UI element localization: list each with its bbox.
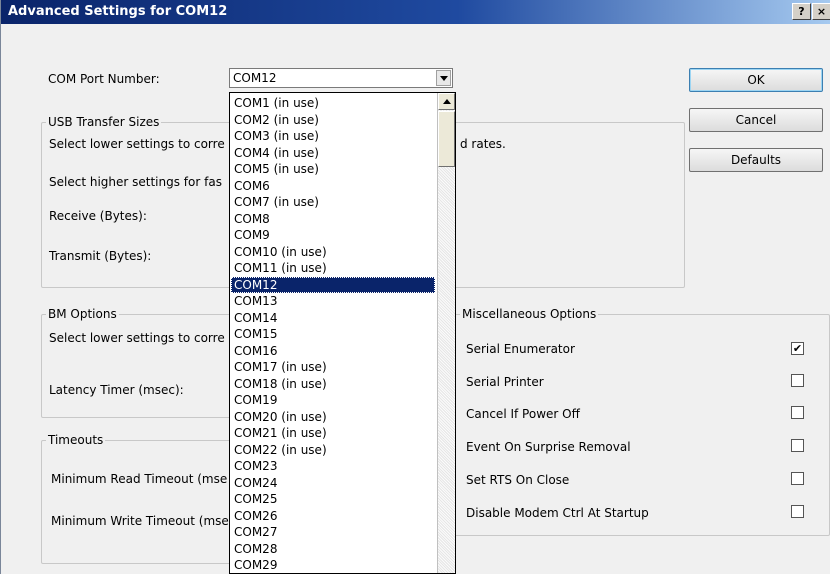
defaults-button[interactable]: Defaults: [689, 148, 823, 172]
set-rts-on-close-checkbox[interactable]: [791, 472, 804, 485]
com-port-option[interactable]: COM6: [231, 178, 435, 195]
com-port-option[interactable]: COM8: [231, 211, 435, 228]
com-port-option[interactable]: COM24: [231, 475, 435, 492]
com-port-option[interactable]: COM15: [231, 326, 435, 343]
com-port-option[interactable]: COM13: [231, 293, 435, 310]
usb-transfer-legend: USB Transfer Sizes: [46, 115, 162, 129]
dropdown-scrollbar[interactable]: [437, 93, 455, 573]
dropdown-arrow-button[interactable]: [436, 70, 451, 86]
cancel-if-power-off-checkbox[interactable]: [791, 406, 804, 419]
chevron-down-icon: [440, 76, 448, 81]
com-port-select[interactable]: COM12: [229, 68, 453, 88]
usb-lower-hint: Select lower settings to corre: [49, 137, 225, 151]
min-read-timeout-label: Minimum Read Timeout (mse: [51, 472, 228, 486]
com-port-option[interactable]: COM21 (in use): [231, 425, 435, 442]
serial-printer-checkbox[interactable]: [791, 374, 804, 387]
cancel-button[interactable]: Cancel: [689, 108, 823, 132]
com-port-options: COM1 (in use) COM2 (in use) COM3 (in use) C…: [231, 95, 435, 573]
com-port-label: COM Port Number:: [48, 72, 160, 86]
bm-options-legend: BM Options: [46, 307, 119, 321]
misc-option-label: Disable Modem Ctrl At Startup: [466, 506, 649, 520]
com-port-option[interactable]: COM25: [231, 491, 435, 508]
misc-option-label: Cancel If Power Off: [466, 407, 580, 421]
com-port-option[interactable]: COM23: [231, 458, 435, 475]
usb-higher-hint: Select higher settings for fas: [49, 175, 222, 189]
com-port-option[interactable]: COM3 (in use): [231, 128, 435, 145]
title-bar[interactable]: Advanced Settings for COM12 ? ×: [1, 0, 830, 24]
misc-option-label: Serial Enumerator: [466, 342, 575, 356]
com-port-option[interactable]: COM10 (in use): [231, 244, 435, 261]
scroll-thumb[interactable]: [438, 111, 455, 167]
com-port-option[interactable]: COM1 (in use): [231, 95, 435, 112]
timeouts-legend: Timeouts: [46, 433, 106, 447]
com-port-option[interactable]: COM19: [231, 392, 435, 409]
misc-options-legend: Miscellaneous Options: [460, 307, 599, 321]
com-port-option[interactable]: COM7 (in use): [231, 194, 435, 211]
com-port-option[interactable]: COM11 (in use): [231, 260, 435, 277]
com-port-option[interactable]: COM20 (in use): [231, 409, 435, 426]
com-port-option[interactable]: COM28: [231, 541, 435, 558]
latency-timer-label: Latency Timer (msec):: [49, 383, 184, 397]
help-button[interactable]: ?: [792, 3, 811, 20]
usb-lower-hint-end: d rates.: [460, 137, 506, 151]
com-port-option[interactable]: COM16: [231, 343, 435, 360]
com-port-option[interactable]: COM22 (in use): [231, 442, 435, 459]
com-port-option[interactable]: COM5 (in use): [231, 161, 435, 178]
com-port-option[interactable]: COM2 (in use): [231, 112, 435, 129]
event-on-surprise-removal-checkbox[interactable]: [791, 439, 804, 452]
com-port-option[interactable]: COM4 (in use): [231, 145, 435, 162]
com-port-value: COM12: [233, 71, 277, 85]
misc-option-label: Set RTS On Close: [466, 473, 570, 487]
com-port-option[interactable]: COM26: [231, 508, 435, 525]
com-port-option[interactable]: COM17 (in use): [231, 359, 435, 376]
transmit-label: Transmit (Bytes):: [49, 249, 152, 263]
com-port-option[interactable]: COM18 (in use): [231, 376, 435, 393]
com-port-dropdown-list[interactable]: COM1 (in use) COM2 (in use) COM3 (in use) C…: [229, 92, 456, 574]
com-port-option[interactable]: COM29: [231, 557, 435, 573]
serial-enumerator-checkbox[interactable]: ✔: [791, 342, 804, 355]
advanced-settings-dialog: Advanced Settings for COM12 ? × COM Port…: [0, 0, 830, 574]
com-port-option[interactable]: COM12: [231, 276, 435, 293]
bm-options-group: BM Options: [41, 307, 243, 418]
scroll-up-button[interactable]: [438, 93, 455, 110]
close-button[interactable]: ×: [812, 3, 830, 20]
bm-lower-hint: Select lower settings to corre: [49, 331, 225, 345]
misc-option-label: Event On Surprise Removal: [466, 440, 631, 454]
min-write-timeout-label: Minimum Write Timeout (mse: [51, 514, 229, 528]
com-port-option[interactable]: COM14: [231, 310, 435, 327]
ok-button[interactable]: OK: [689, 68, 823, 92]
chevron-up-icon: [443, 99, 451, 104]
com-port-option[interactable]: COM27: [231, 524, 435, 541]
misc-option-label: Serial Printer: [466, 375, 544, 389]
timeouts-group: Timeouts: [41, 433, 243, 564]
disable-modem-ctrl-checkbox[interactable]: [791, 505, 804, 518]
window-title: Advanced Settings for COM12: [8, 4, 228, 19]
com-port-option[interactable]: COM9: [231, 227, 435, 244]
receive-label: Receive (Bytes):: [49, 209, 147, 223]
